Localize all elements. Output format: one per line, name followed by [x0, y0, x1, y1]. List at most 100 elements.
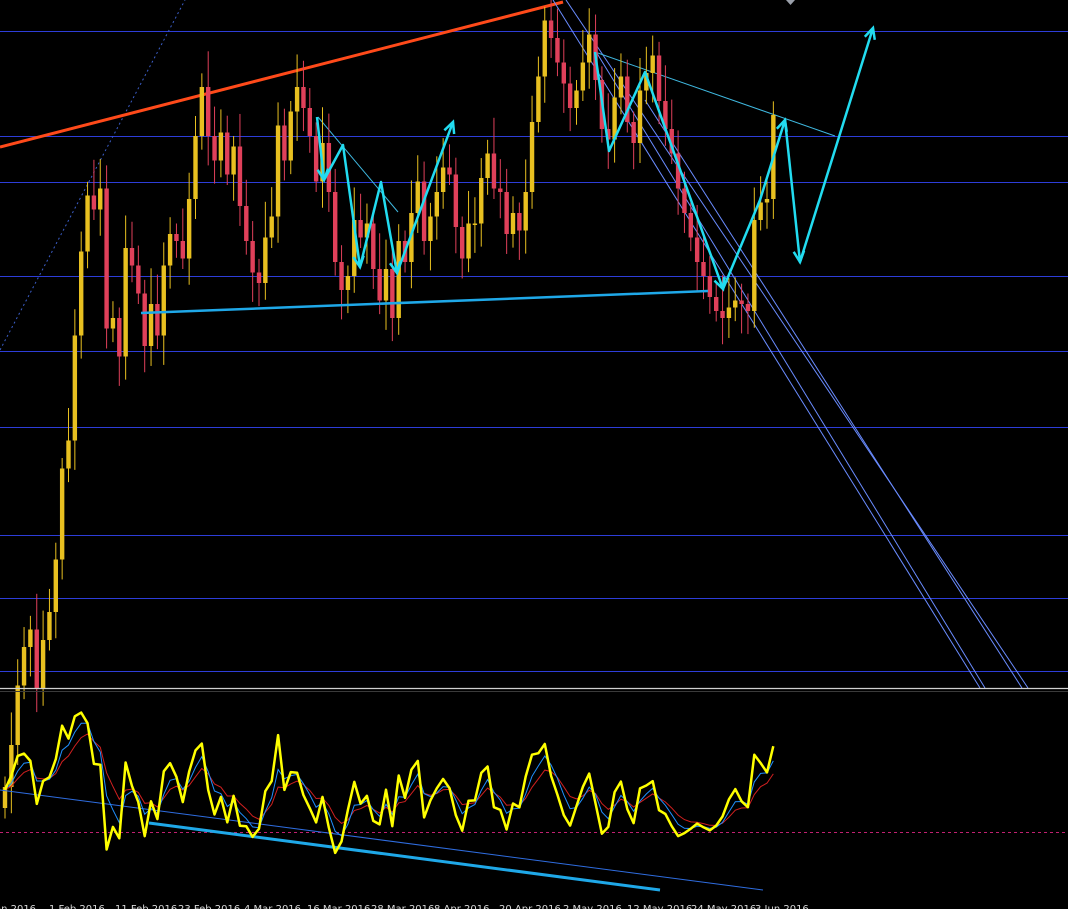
- x-axis-labels: Jan 2016 1 Feb 2016 11 Feb 201623 Feb 2016…: [0, 904, 809, 909]
- candle-body: [479, 178, 484, 224]
- candle-body: [98, 188, 103, 210]
- candle-body: [440, 167, 446, 192]
- candle-body: [225, 132, 230, 175]
- candle-body: [294, 87, 300, 112]
- candle-body: [739, 300, 744, 304]
- candle-body: [707, 276, 713, 297]
- x-axis-tick-label: 4 Mar 2016: [244, 904, 301, 909]
- candle-body: [523, 192, 528, 231]
- candle-body: [275, 125, 281, 217]
- candle-body: [745, 304, 751, 311]
- candle-body: [631, 122, 636, 143]
- candle-body: [485, 153, 490, 178]
- candle-body: [453, 174, 459, 227]
- price-chart[interactable]: Jan 2016 1 Feb 2016 11 Feb 201623 Feb 2016…: [0, 0, 1068, 909]
- candle-body: [21, 647, 27, 686]
- candle-body: [345, 276, 351, 290]
- candle-body: [390, 269, 395, 318]
- candle-body: [129, 248, 135, 266]
- x-axis-tick-label: 24 May 2016: [691, 904, 756, 909]
- candle-body: [517, 213, 522, 231]
- candle-body: [313, 136, 319, 182]
- candle-body: [650, 55, 655, 73]
- candle-body: [136, 265, 141, 294]
- candle-body: [180, 241, 185, 259]
- x-axis-tick-label: 1 Feb 2016: [49, 904, 105, 909]
- candle-body: [726, 307, 732, 318]
- candle-body: [117, 318, 122, 357]
- candle-body: [40, 640, 46, 689]
- candle-body: [371, 223, 376, 269]
- candle-body: [447, 167, 452, 175]
- candle-body: [567, 83, 573, 108]
- candle-body: [498, 188, 503, 192]
- candle-body: [256, 272, 262, 283]
- x-axis-tick-label: Jan 2016: [0, 904, 36, 909]
- candle-body: [231, 146, 236, 175]
- candle-body: [548, 20, 554, 38]
- candle-body: [212, 136, 217, 161]
- candle-body: [764, 199, 770, 203]
- candle-body: [237, 146, 243, 206]
- candle-body: [714, 297, 719, 311]
- candle-body: [269, 216, 274, 238]
- candle-body: [383, 269, 389, 301]
- candle-body: [167, 234, 173, 266]
- candle-body: [282, 125, 287, 161]
- candle-body: [701, 262, 706, 276]
- candle-body: [288, 111, 293, 161]
- candle-body: [720, 311, 725, 318]
- candle-body: [656, 55, 662, 101]
- candle-body: [79, 251, 84, 336]
- candle-body: [396, 241, 401, 318]
- candle-body: [415, 181, 420, 213]
- candle-body: [72, 335, 78, 441]
- candle-body: [206, 87, 211, 136]
- candle-body: [428, 216, 433, 241]
- candle-body: [244, 206, 249, 241]
- candle-body: [199, 87, 205, 136]
- candle-body: [466, 223, 471, 259]
- candle-body: [536, 76, 541, 122]
- candle-body: [15, 685, 20, 745]
- candle-body: [561, 62, 566, 84]
- candle-body: [733, 300, 738, 308]
- x-axis-tick-label: 12 May 2016: [627, 904, 692, 909]
- candle-body: [618, 76, 624, 98]
- candle-body: [510, 213, 516, 234]
- candle-body: [574, 90, 579, 108]
- candle-body: [174, 234, 179, 241]
- candle-body: [307, 108, 312, 136]
- candle-body: [186, 199, 192, 259]
- candle-body: [637, 90, 643, 143]
- x-axis-tick-label: 28 Mar 2016: [371, 904, 434, 909]
- candle-body: [59, 468, 65, 560]
- candle-body: [28, 629, 33, 647]
- candle-body: [688, 213, 693, 238]
- x-axis-tick-label: 16 Mar 2016: [307, 904, 370, 909]
- candle-body: [682, 188, 687, 213]
- candle-body: [580, 62, 586, 91]
- candle-body: [358, 220, 363, 238]
- candle-body: [34, 629, 39, 689]
- candle-body: [504, 192, 509, 234]
- candle-body: [491, 153, 497, 189]
- candle-body: [460, 227, 465, 259]
- candle-body: [148, 304, 154, 346]
- candle-body: [123, 248, 128, 357]
- candle-body: [161, 265, 166, 336]
- x-axis-tick-label: 3 Jun 2016: [755, 904, 809, 909]
- x-axis-tick-label: 11 Feb 2016: [115, 904, 177, 909]
- x-axis-tick-label: 8 Apr 2016: [434, 904, 489, 909]
- x-axis-tick-label: 23 Feb 2016: [178, 904, 240, 909]
- candle-body: [752, 220, 757, 311]
- candle-body: [91, 195, 97, 210]
- candle-body: [53, 559, 58, 612]
- candle-body: [694, 237, 700, 262]
- x-axis-tick-label: 2 May 2016: [563, 904, 622, 909]
- candle-body: [542, 20, 547, 77]
- candle-body: [218, 132, 224, 161]
- candle-body: [193, 136, 198, 199]
- x-axis-tick-label: 20 Apr 2016: [499, 904, 561, 909]
- candle-body: [529, 122, 535, 192]
